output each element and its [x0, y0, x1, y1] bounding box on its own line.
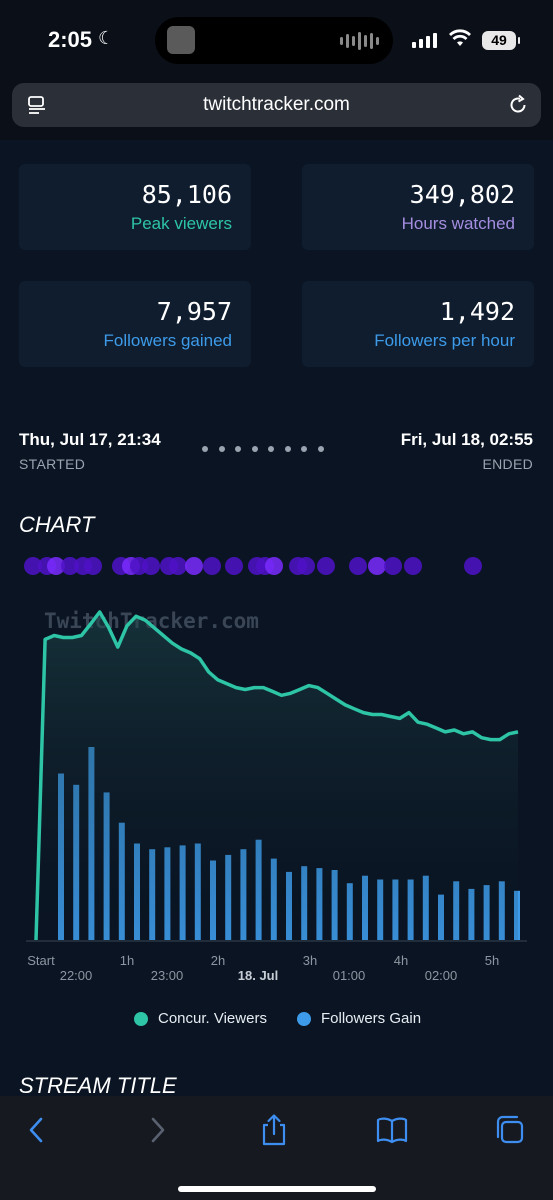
share-icon[interactable] [257, 1113, 291, 1147]
stat-card-hours-watched: 349,802 Hours watched [302, 164, 534, 250]
followers-per-hour-label: Followers per hour [374, 331, 515, 350]
event-marker[interactable] [384, 557, 402, 575]
status-bar: 2:05 ☾ 49 [0, 0, 553, 80]
x-tick-elapsed-label: 5h [485, 953, 499, 968]
x-tick-clock-label: 01:00 [333, 968, 366, 983]
event-marker[interactable] [185, 557, 203, 575]
x-tick-elapsed-label: 3h [303, 953, 317, 968]
event-markers[interactable] [24, 557, 482, 575]
event-marker[interactable] [317, 557, 335, 575]
stream-chart[interactable]: TwitchTracker.com Start 1h 2h 3h 4h 5h 22:00 2… [0, 540, 553, 1000]
home-indicator [178, 1186, 376, 1192]
hours-watched-value: 349,802 [409, 180, 515, 209]
legend-label-viewers: Concur. Viewers [158, 1010, 267, 1027]
followers-gained-label: Followers gained [103, 331, 232, 350]
legend-item-viewers[interactable]: Concur. Viewers [134, 1010, 267, 1027]
battery-icon: 49 [482, 31, 520, 50]
wifi-icon [449, 29, 471, 46]
bookmarks-icon[interactable] [375, 1113, 409, 1147]
moon-icon: ☾ [98, 28, 115, 48]
hours-watched-label: Hours watched [401, 214, 515, 233]
followers-per-hour-value: 1,492 [439, 297, 515, 326]
browser-toolbar [0, 1096, 553, 1200]
event-marker[interactable] [203, 557, 221, 575]
url-text[interactable]: twitchtracker.com [12, 94, 541, 116]
stream-start-time: Thu, Jul 17, 21:34 [19, 430, 161, 449]
event-marker[interactable] [225, 557, 243, 575]
event-marker[interactable] [297, 557, 315, 575]
cellular-signal-icon [412, 32, 437, 48]
x-tick-clock-label: 23:00 [151, 968, 184, 983]
stream-end-time: Fri, Jul 18, 02:55 [400, 430, 533, 449]
browser-address-area: twitchtracker.com [0, 80, 553, 140]
viewers-area-fill [36, 612, 518, 940]
x-tick-elapsed-label: Start [27, 953, 55, 968]
x-tick-clock-label: 02:00 [425, 968, 458, 983]
legend-label-followers: Followers Gain [321, 1010, 422, 1027]
x-tick-elapsed-label: 4h [394, 953, 408, 968]
x-tick-elapsed-label: 2h [211, 953, 225, 968]
stat-card-followers-gained: 7,957 Followers gained [19, 281, 251, 367]
event-marker[interactable] [368, 557, 386, 575]
x-tick-clock-label: 18. Jul [238, 968, 278, 983]
event-marker[interactable] [265, 557, 283, 575]
peak-viewers-label: Peak viewers [130, 214, 232, 233]
media-thumbnail-icon [167, 26, 195, 54]
event-marker[interactable] [84, 557, 102, 575]
back-icon[interactable] [20, 1113, 54, 1147]
legend-dot-followers [297, 1011, 311, 1026]
x-tick-elapsed-label: 1h [120, 953, 134, 968]
timeline-dots [202, 446, 324, 452]
forward-icon[interactable] [140, 1113, 174, 1147]
reload-icon[interactable] [507, 94, 529, 116]
stream-start-label: STARTED [19, 456, 86, 472]
event-marker[interactable] [349, 557, 367, 575]
event-marker[interactable] [464, 557, 482, 575]
peak-viewers-value: 85,106 [141, 180, 232, 209]
x-ticks-clock: 22:00 23:00 18. Jul 01:00 02:00 [60, 968, 458, 983]
x-tick-clock-label: 22:00 [60, 968, 93, 983]
x-ticks-elapsed: Start 1h 2h 3h 4h 5h [27, 953, 499, 968]
event-marker[interactable] [142, 557, 160, 575]
stat-card-followers-per-hour: 1,492 Followers per hour [302, 281, 534, 367]
followers-gained-value: 7,957 [156, 297, 232, 326]
stream-end-label: ENDED [482, 456, 533, 472]
stat-card-peak-viewers: 85,106 Peak viewers [19, 164, 251, 250]
audio-wave-icon [340, 31, 379, 51]
tabs-icon[interactable] [494, 1113, 528, 1147]
event-marker[interactable] [404, 557, 422, 575]
address-bar[interactable]: twitchtracker.com [12, 83, 541, 127]
event-marker[interactable] [169, 557, 187, 575]
chart-section-title: CHART [19, 512, 95, 537]
legend-dot-viewers [134, 1011, 148, 1026]
dynamic-island[interactable] [155, 17, 393, 64]
legend-item-followers[interactable]: Followers Gain [297, 1010, 421, 1027]
status-time: 2:05 [48, 27, 93, 52]
